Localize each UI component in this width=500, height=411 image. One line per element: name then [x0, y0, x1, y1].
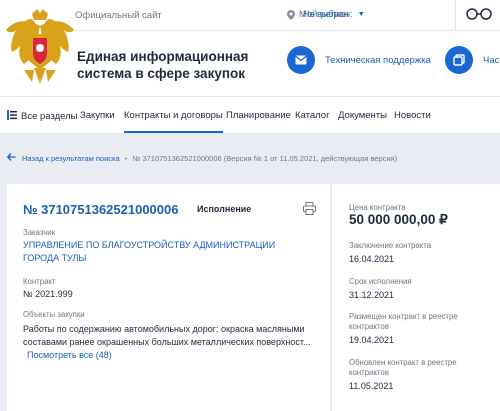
- posted-date: 19.04.2021: [349, 335, 395, 345]
- contract-summary: Цена контракта 50 000 000,00 ₽ Заключени…: [332, 184, 500, 411]
- contract-label: Контракт: [23, 277, 56, 286]
- nav-item-purchases[interactable]: Закупки: [80, 110, 115, 121]
- location-pin-icon: [287, 9, 295, 20]
- contract-card: № 3710751362521000006 Исполнение Заказчи…: [7, 184, 330, 411]
- status-badge: Исполнение: [197, 204, 252, 214]
- support-link[interactable]: Техническая поддержка: [287, 46, 431, 74]
- objects-label: Объекты закупки: [23, 310, 85, 319]
- objects-description: Работы по содержанию автомобильных дорог…: [23, 323, 323, 362]
- arrow-left-icon[interactable]: [6, 153, 16, 163]
- breadcrumb-separator: •: [124, 153, 128, 163]
- region-selector[interactable]: Мой регион: Не выбран ▼: [287, 9, 365, 20]
- chevron-down-icon: ▼: [357, 11, 365, 18]
- nav-item-news[interactable]: Новости: [394, 110, 431, 121]
- header-rule: [75, 30, 500, 31]
- nav-label: Все разделы: [21, 111, 78, 122]
- header-divider: [455, 0, 456, 30]
- system-name[interactable]: Единая информационная система в сфере за…: [77, 48, 287, 82]
- nav-item-all-sections[interactable]: Все разделы: [7, 110, 78, 122]
- posted-label: Размещен контракт в реестре контрактов: [349, 312, 458, 331]
- customer-link[interactable]: УПРАВЛЕНИЕ ПО БЛАГОУСТРОЙСТВУ АДМИНИСТРА…: [23, 239, 313, 265]
- region-value[interactable]: Не выбран: [303, 8, 348, 21]
- accessibility-glasses-icon[interactable]: [466, 8, 492, 20]
- contract-value: № 2021.999: [23, 289, 73, 299]
- main-nav: Все разделы Закупки Контракты и договоры…: [0, 96, 500, 134]
- updated-label: Обновлен контракт в реестре контрактов: [349, 358, 457, 377]
- conclusion-date: 16.04.2021: [349, 254, 395, 264]
- printer-icon[interactable]: [303, 202, 316, 215]
- official-site-label: Официальный сайт: [75, 10, 162, 21]
- menu-icon: [7, 110, 17, 120]
- term-date: 31.12.2021: [349, 290, 395, 300]
- mail-icon: [287, 46, 315, 74]
- nav-item-planning[interactable]: Планирование: [226, 110, 291, 121]
- customer-label: Заказчик: [23, 228, 56, 237]
- breadcrumb: Назад к результатам поиска • № 371075136…: [6, 153, 398, 163]
- copy-icon: [445, 46, 473, 74]
- site-header: Официальный сайт Мой регион: Не выбран ▼…: [0, 0, 500, 96]
- nav-item-catalog[interactable]: Каталог: [295, 110, 330, 121]
- nav-item-contracts[interactable]: Контракты и договоры: [124, 110, 223, 133]
- coat-of-arms-logo[interactable]: [4, 8, 76, 88]
- back-to-results-link[interactable]: Назад к результатам поиска: [22, 154, 120, 163]
- objects-text: Работы по содержанию автомобильных дорог…: [23, 324, 311, 347]
- conclusion-label: Заключение контракта: [349, 241, 432, 250]
- faq-label: Час: [483, 54, 500, 66]
- nav-item-documents[interactable]: Документы: [338, 110, 387, 121]
- updated-date: 11.05.2021: [349, 381, 394, 391]
- faq-link[interactable]: Час: [445, 46, 499, 74]
- contract-price: 50 000 000,00 ₽: [349, 212, 448, 227]
- support-label: Техническая поддержка: [325, 54, 431, 66]
- show-all-link[interactable]: Посмотреть все (48): [27, 350, 112, 360]
- contract-number-link[interactable]: № 3710751362521000006: [23, 202, 178, 217]
- breadcrumb-current: № 3710751362521000006 (Версия № 1 от 11.…: [132, 153, 398, 163]
- term-label: Срок исполнения: [349, 277, 412, 286]
